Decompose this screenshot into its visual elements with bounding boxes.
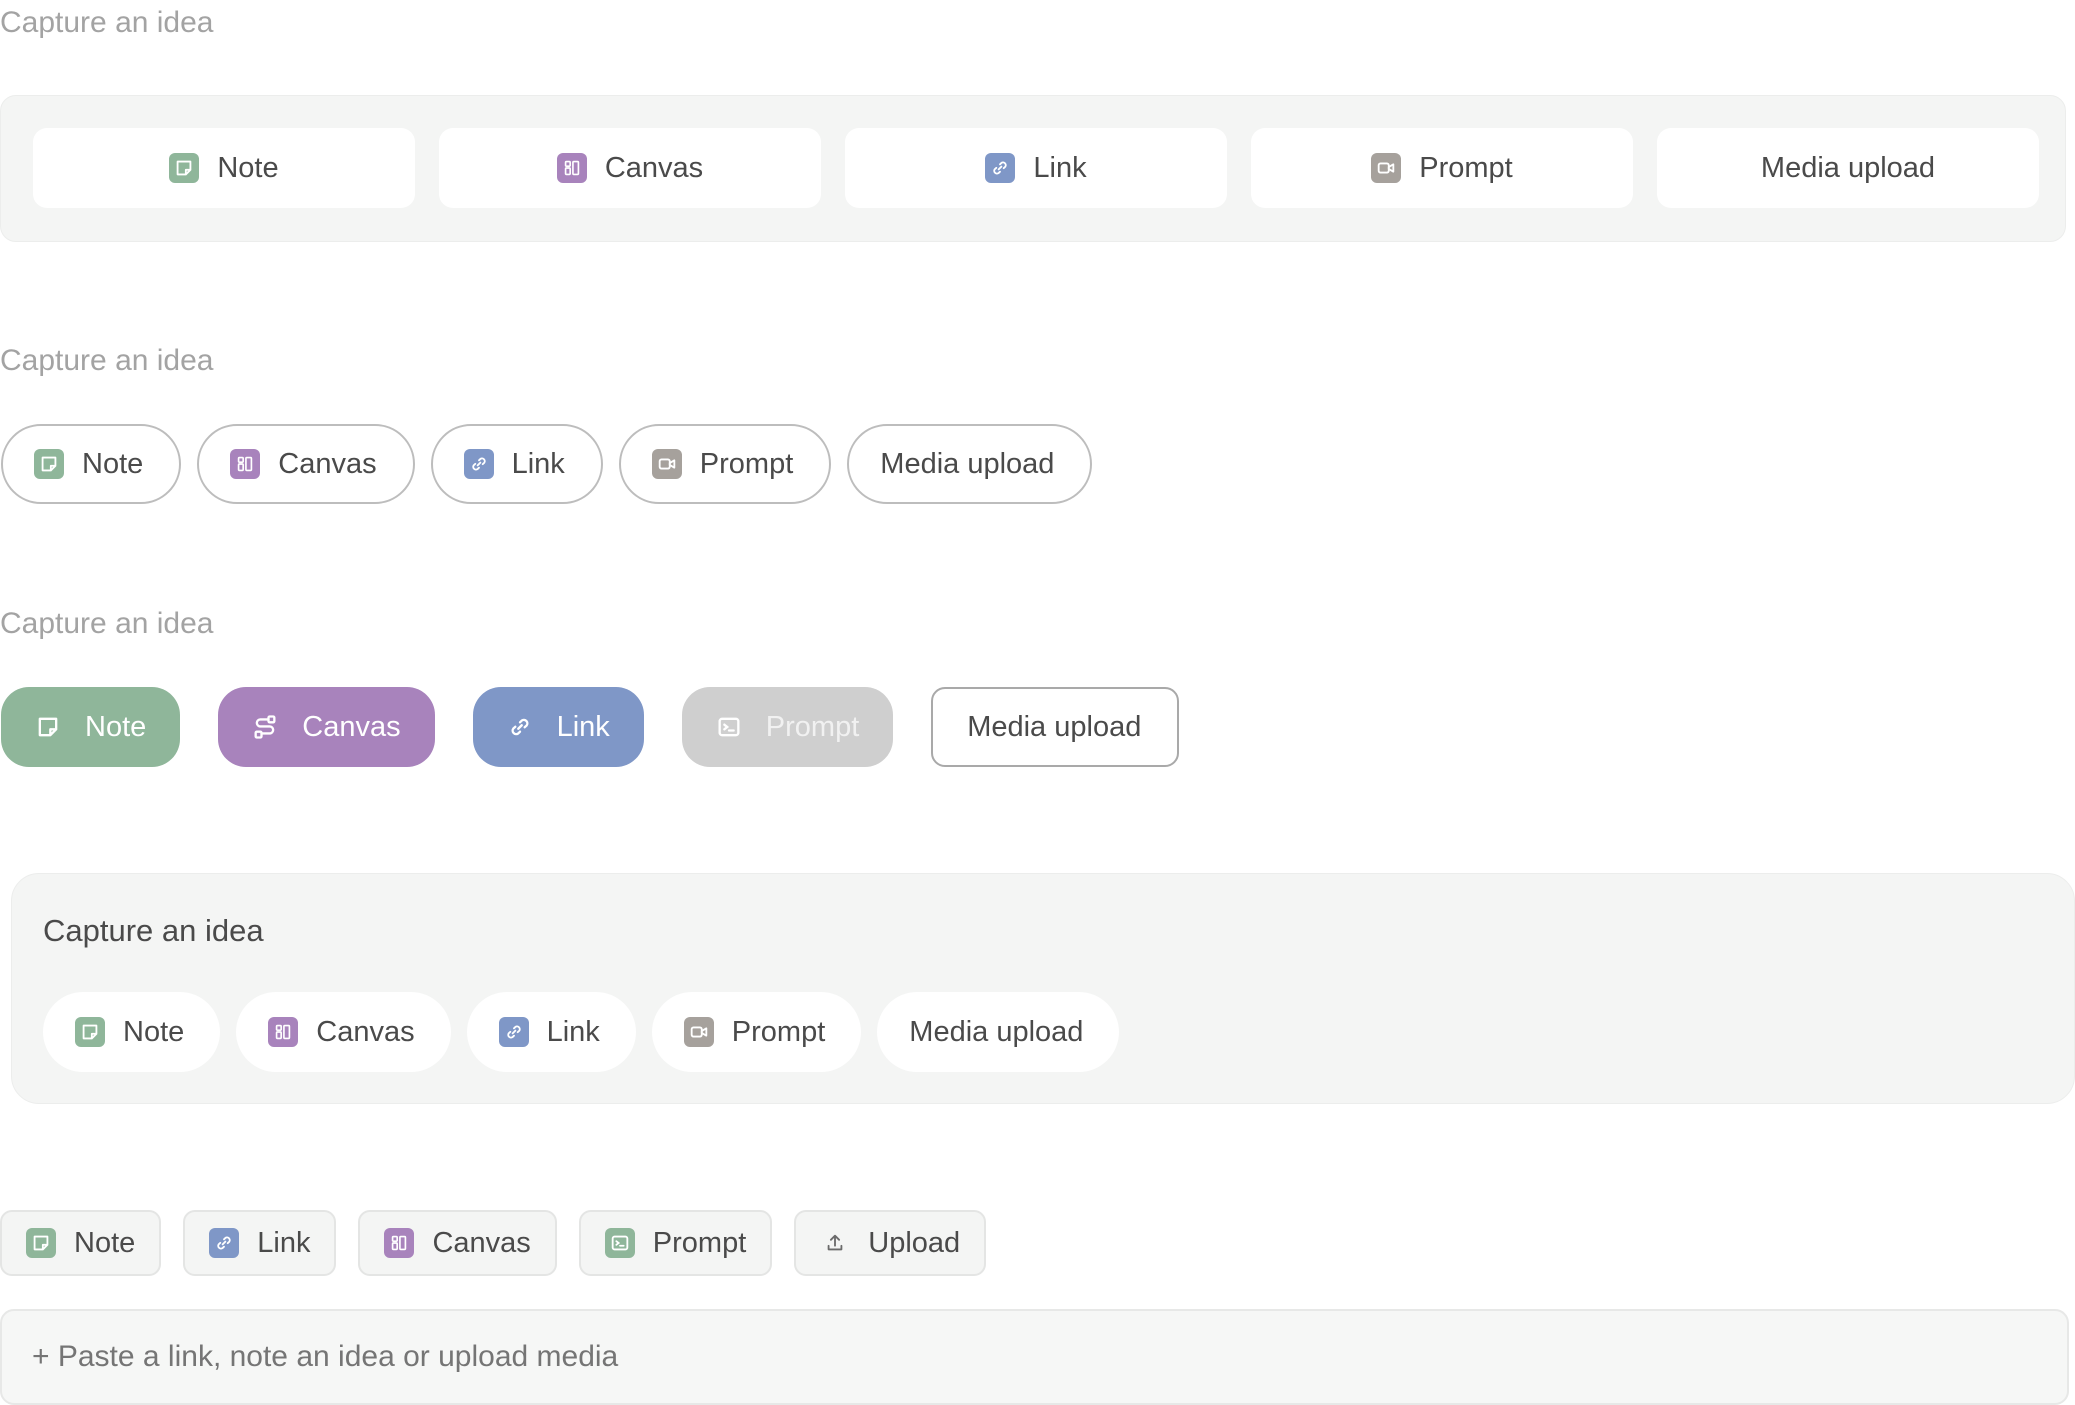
canvas-button[interactable]: Canvas bbox=[236, 992, 451, 1072]
button-label: Link bbox=[257, 1226, 311, 1259]
canvas-button[interactable]: Canvas bbox=[197, 424, 415, 504]
section-heading: Capture an idea bbox=[0, 6, 214, 39]
flow-icon bbox=[250, 712, 280, 742]
link-button[interactable]: Link bbox=[430, 424, 603, 504]
card-title: Capture an idea bbox=[43, 913, 264, 948]
link-button[interactable]: Link bbox=[183, 1210, 337, 1276]
media-upload-button[interactable]: Media upload bbox=[1657, 128, 2039, 208]
note-button[interactable]: Note bbox=[33, 128, 415, 208]
button-label: Note bbox=[74, 1226, 136, 1259]
note-icon bbox=[75, 1017, 105, 1047]
button-label: Link bbox=[511, 447, 565, 480]
link-icon bbox=[505, 712, 535, 742]
canvas-icon bbox=[384, 1228, 415, 1258]
upload-button[interactable]: Upload bbox=[794, 1210, 987, 1276]
link-button[interactable]: Link bbox=[466, 992, 636, 1072]
button-label: Link bbox=[546, 1015, 600, 1048]
button-label: Prompt bbox=[652, 1226, 747, 1259]
canvas-icon bbox=[268, 1017, 299, 1047]
note-button[interactable]: Note bbox=[43, 992, 221, 1072]
button-label: Upload bbox=[868, 1226, 961, 1259]
button-label: Note bbox=[82, 447, 144, 480]
link-button[interactable]: Link bbox=[472, 687, 644, 767]
upload-icon bbox=[820, 1228, 850, 1258]
button-label: Note bbox=[123, 1015, 185, 1048]
button-label: Canvas bbox=[302, 710, 401, 743]
canvas-icon bbox=[230, 449, 261, 479]
capture-button-row: Note Canvas Link Prompt Media upload bbox=[33, 128, 2039, 208]
section-heading: Capture an idea bbox=[0, 607, 214, 640]
media-upload-button[interactable]: Media upload bbox=[877, 992, 1120, 1072]
canvas-icon bbox=[556, 153, 587, 183]
button-label: Prompt bbox=[1419, 151, 1513, 184]
note-button[interactable]: Note bbox=[0, 1210, 162, 1276]
button-label: Media upload bbox=[880, 447, 1055, 480]
prompt-button[interactable]: Prompt bbox=[651, 992, 862, 1072]
quick-action-row: Note Link Canvas Prompt Upload bbox=[0, 1210, 987, 1276]
note-button[interactable]: Note bbox=[1, 424, 182, 504]
button-label: Prompt bbox=[699, 447, 794, 480]
note-icon bbox=[34, 449, 64, 479]
button-label: Media upload bbox=[967, 710, 1142, 743]
capture-button-row: Note Canvas Link Prompt Media upload bbox=[43, 992, 1120, 1072]
terminal-icon bbox=[604, 1228, 635, 1258]
prompt-button[interactable]: Prompt bbox=[1251, 128, 1633, 208]
link-icon bbox=[985, 153, 1016, 183]
media-upload-button[interactable]: Media upload bbox=[931, 687, 1180, 767]
note-icon bbox=[33, 712, 63, 742]
canvas-button[interactable]: Canvas bbox=[218, 687, 435, 767]
media-upload-button[interactable]: Media upload bbox=[847, 424, 1093, 504]
video-icon bbox=[683, 1017, 714, 1047]
button-label: Prompt bbox=[731, 1015, 826, 1048]
prompt-button-disabled[interactable]: Prompt bbox=[681, 687, 894, 767]
button-label: Note bbox=[217, 151, 279, 184]
prompt-button[interactable]: Prompt bbox=[618, 424, 832, 504]
button-label: Media upload bbox=[1760, 151, 1936, 184]
button-label: Canvas bbox=[278, 447, 377, 480]
capture-button-row: Note Canvas Link Prompt Media upload bbox=[1, 424, 1093, 504]
button-label: Media upload bbox=[909, 1015, 1084, 1048]
capture-input[interactable] bbox=[0, 1309, 2069, 1405]
link-button[interactable]: Link bbox=[845, 128, 1227, 208]
canvas-button[interactable]: Canvas bbox=[358, 1210, 557, 1276]
video-icon bbox=[651, 449, 682, 479]
button-label: Prompt bbox=[765, 710, 860, 743]
terminal-icon bbox=[714, 712, 744, 742]
note-icon bbox=[169, 153, 200, 183]
link-icon bbox=[209, 1228, 240, 1258]
link-icon bbox=[498, 1017, 529, 1047]
button-label: Link bbox=[556, 710, 610, 743]
video-icon bbox=[1371, 153, 1402, 183]
button-label: Note bbox=[85, 710, 147, 743]
button-label: Canvas bbox=[604, 151, 704, 184]
note-icon bbox=[26, 1228, 56, 1258]
capture-button-row: Note Canvas Link Prompt Media upload bbox=[1, 687, 1180, 767]
button-label: Canvas bbox=[432, 1226, 531, 1259]
canvas-button[interactable]: Canvas bbox=[439, 128, 821, 208]
link-icon bbox=[463, 449, 494, 479]
button-label: Link bbox=[1033, 151, 1087, 184]
prompt-button[interactable]: Prompt bbox=[578, 1210, 773, 1276]
note-button[interactable]: Note bbox=[1, 687, 181, 767]
button-label: Canvas bbox=[316, 1015, 415, 1048]
section-heading: Capture an idea bbox=[0, 344, 214, 377]
